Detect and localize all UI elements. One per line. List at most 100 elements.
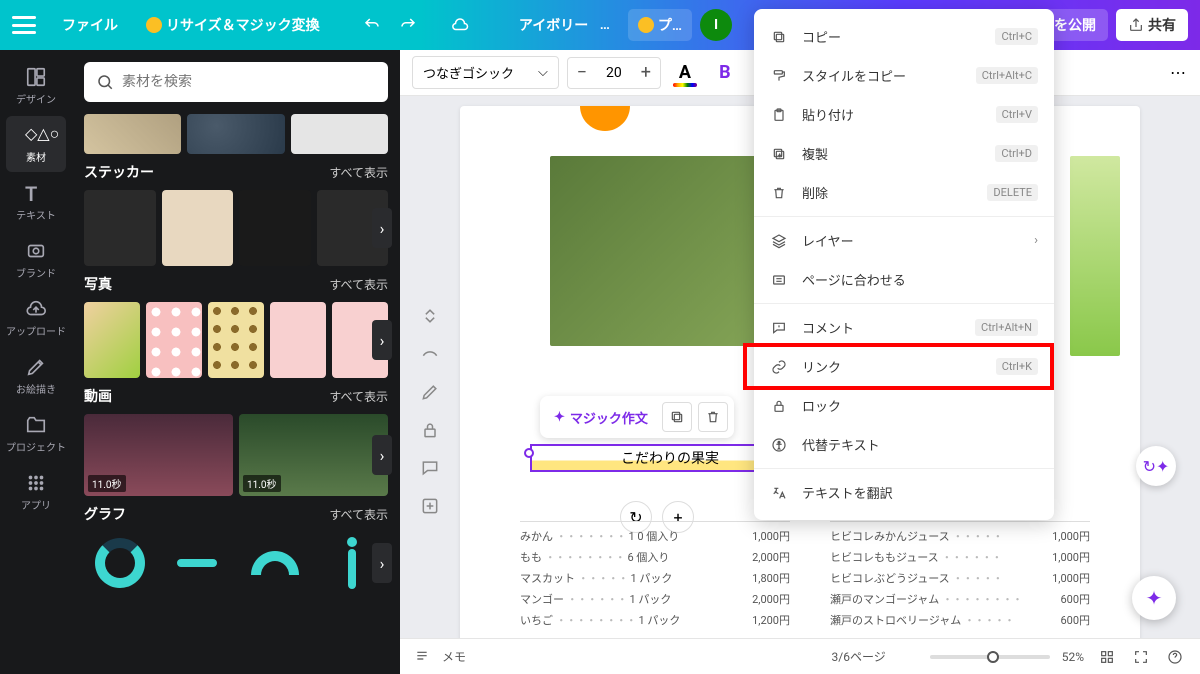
redo-icon[interactable] [394, 11, 422, 39]
translate-icon [770, 484, 788, 502]
paint-icon[interactable] [420, 344, 440, 364]
video-thumb[interactable]: 11.0秒 [84, 414, 233, 496]
selection-handle[interactable] [524, 448, 534, 458]
ctx-link[interactable]: リンクCtrl+K [754, 347, 1054, 386]
cloud-sync-icon[interactable] [446, 11, 474, 39]
sidebar-upload[interactable]: アップロード [6, 290, 66, 346]
chevron-right-icon[interactable]: › [372, 320, 392, 360]
sidebar-project[interactable]: プロジェクト [6, 406, 66, 462]
chevron-right-icon[interactable]: › [372, 543, 392, 583]
comment-icon [770, 319, 788, 337]
help-icon[interactable] [1164, 646, 1186, 668]
chevron-right-icon[interactable]: › [372, 208, 392, 248]
sidebar-design[interactable]: デザイン [6, 58, 66, 114]
font-select[interactable]: つなぎゴシック⌵ [412, 56, 559, 89]
lock-icon [770, 397, 788, 415]
ctx-lock[interactable]: ロック [754, 386, 1054, 425]
show-all-link[interactable]: すべて表示 [329, 388, 388, 405]
ctx-copy-style[interactable]: スタイルをコピーCtrl+Alt+C [754, 56, 1054, 95]
doc-title[interactable]: アイボリー … [509, 9, 620, 41]
edit-icon[interactable] [420, 382, 440, 402]
menu-icon[interactable] [12, 16, 36, 34]
page-indicator[interactable]: 3/6ページ [832, 648, 886, 665]
text-color-button[interactable]: A [669, 57, 701, 89]
avatar[interactable]: I [700, 9, 732, 41]
font-size-control: − 20 + [567, 57, 661, 89]
share-icon [1128, 17, 1144, 33]
comment-icon[interactable] [420, 458, 440, 478]
font-size-value[interactable]: 20 [596, 65, 632, 81]
trash-icon [770, 184, 788, 202]
lock-icon[interactable] [420, 420, 440, 440]
increase-size-button[interactable]: + [632, 58, 660, 88]
layers-icon [770, 232, 788, 250]
graph-thumb[interactable] [239, 532, 311, 594]
asset-thumb[interactable] [291, 114, 388, 154]
ctx-translate[interactable]: テキストを翻訳 [754, 473, 1054, 512]
search-input-wrapper[interactable] [84, 62, 388, 102]
photo-thumb[interactable] [84, 302, 140, 378]
duplicate-button[interactable] [662, 402, 692, 432]
premium-button[interactable]: プ… [628, 9, 692, 41]
duplicate-icon [770, 145, 788, 163]
graph-thumb[interactable] [84, 532, 156, 594]
sticker-thumb[interactable] [84, 190, 156, 266]
shapes-icon: ◇△○ [25, 124, 47, 146]
ai-refresh-fab[interactable]: ↻✦ [1136, 446, 1176, 486]
zoom-value[interactable]: 52% [1062, 650, 1084, 664]
ctx-paste[interactable]: 貼り付けCtrl+V [754, 95, 1054, 134]
magic-write-button[interactable]: ✦マジック作文 [546, 403, 656, 432]
left-sidebar: デザイン ◇△○素材 Tテキスト ブランド アップロード お絵描き プロジェクト… [0, 50, 72, 674]
resize-button[interactable]: リサイズ＆マジック変換 [136, 9, 330, 41]
ctx-layer[interactable]: レイヤー› [754, 221, 1054, 260]
bold-button[interactable]: B [709, 57, 741, 89]
asset-thumb[interactable] [187, 114, 284, 154]
sticker-thumb[interactable] [239, 190, 311, 266]
fit-page-icon [770, 271, 788, 289]
add-icon[interactable] [420, 496, 440, 516]
photo-thumb[interactable] [208, 302, 264, 378]
photo-thumb[interactable] [270, 302, 326, 378]
search-input[interactable] [122, 74, 376, 90]
photo-thumb[interactable] [146, 302, 202, 378]
chevron-down-icon: ⌵ [538, 65, 548, 80]
sidebar-draw[interactable]: お絵描き [6, 348, 66, 404]
notes-icon[interactable] [414, 649, 430, 665]
show-all-link[interactable]: すべて表示 [329, 506, 388, 523]
share-button[interactable]: 共有 [1116, 9, 1188, 41]
file-menu[interactable]: ファイル [52, 9, 128, 41]
trash-button[interactable] [698, 402, 728, 432]
fullscreen-icon[interactable] [1130, 646, 1152, 668]
notes-label[interactable]: メモ [442, 648, 466, 665]
decrease-size-button[interactable]: − [568, 58, 596, 88]
grid-view-icon[interactable] [1096, 646, 1118, 668]
show-all-link[interactable]: すべて表示 [329, 276, 388, 293]
ctx-comment[interactable]: コメントCtrl+Alt+N [754, 308, 1054, 347]
collapse-icon[interactable] [420, 306, 440, 326]
ctx-duplicate[interactable]: 複製Ctrl+D [754, 134, 1054, 173]
sticker-thumb[interactable] [162, 190, 234, 266]
section-title: ステッカー [84, 162, 154, 182]
more-options-icon[interactable]: ⋯ [1170, 63, 1188, 82]
price-list-left: みかん ・・・・・・・ 1 0 個入り1,000円 もも ・・・・・・・・ 6 … [520, 521, 790, 633]
sidebar-apps[interactable]: アプリ [6, 464, 66, 520]
chevron-right-icon[interactable]: › [372, 435, 392, 475]
ctx-copy[interactable]: コピーCtrl+C [754, 17, 1054, 56]
video-duration: 11.0秒 [88, 475, 126, 492]
sidebar-assets[interactable]: ◇△○素材 [6, 116, 66, 172]
sidebar-brand[interactable]: ブランド [6, 232, 66, 288]
show-all-link[interactable]: すべて表示 [329, 164, 388, 181]
sidebar-text[interactable]: Tテキスト [6, 174, 66, 230]
ctx-alt-text[interactable]: 代替テキスト [754, 425, 1054, 464]
undo-icon[interactable] [358, 11, 386, 39]
ctx-fit-page[interactable]: ページに合わせる [754, 260, 1054, 299]
side-image[interactable] [1070, 156, 1120, 356]
crown-icon [146, 17, 162, 33]
ai-sparkle-fab[interactable]: ✦ [1132, 576, 1176, 620]
video-thumb[interactable]: 11.0秒 [239, 414, 388, 496]
graph-thumb[interactable] [162, 532, 234, 594]
asset-thumb[interactable] [84, 114, 181, 154]
ctx-delete[interactable]: 削除DELETE [754, 173, 1054, 212]
crown-icon [638, 17, 654, 33]
zoom-slider[interactable] [930, 655, 1050, 659]
